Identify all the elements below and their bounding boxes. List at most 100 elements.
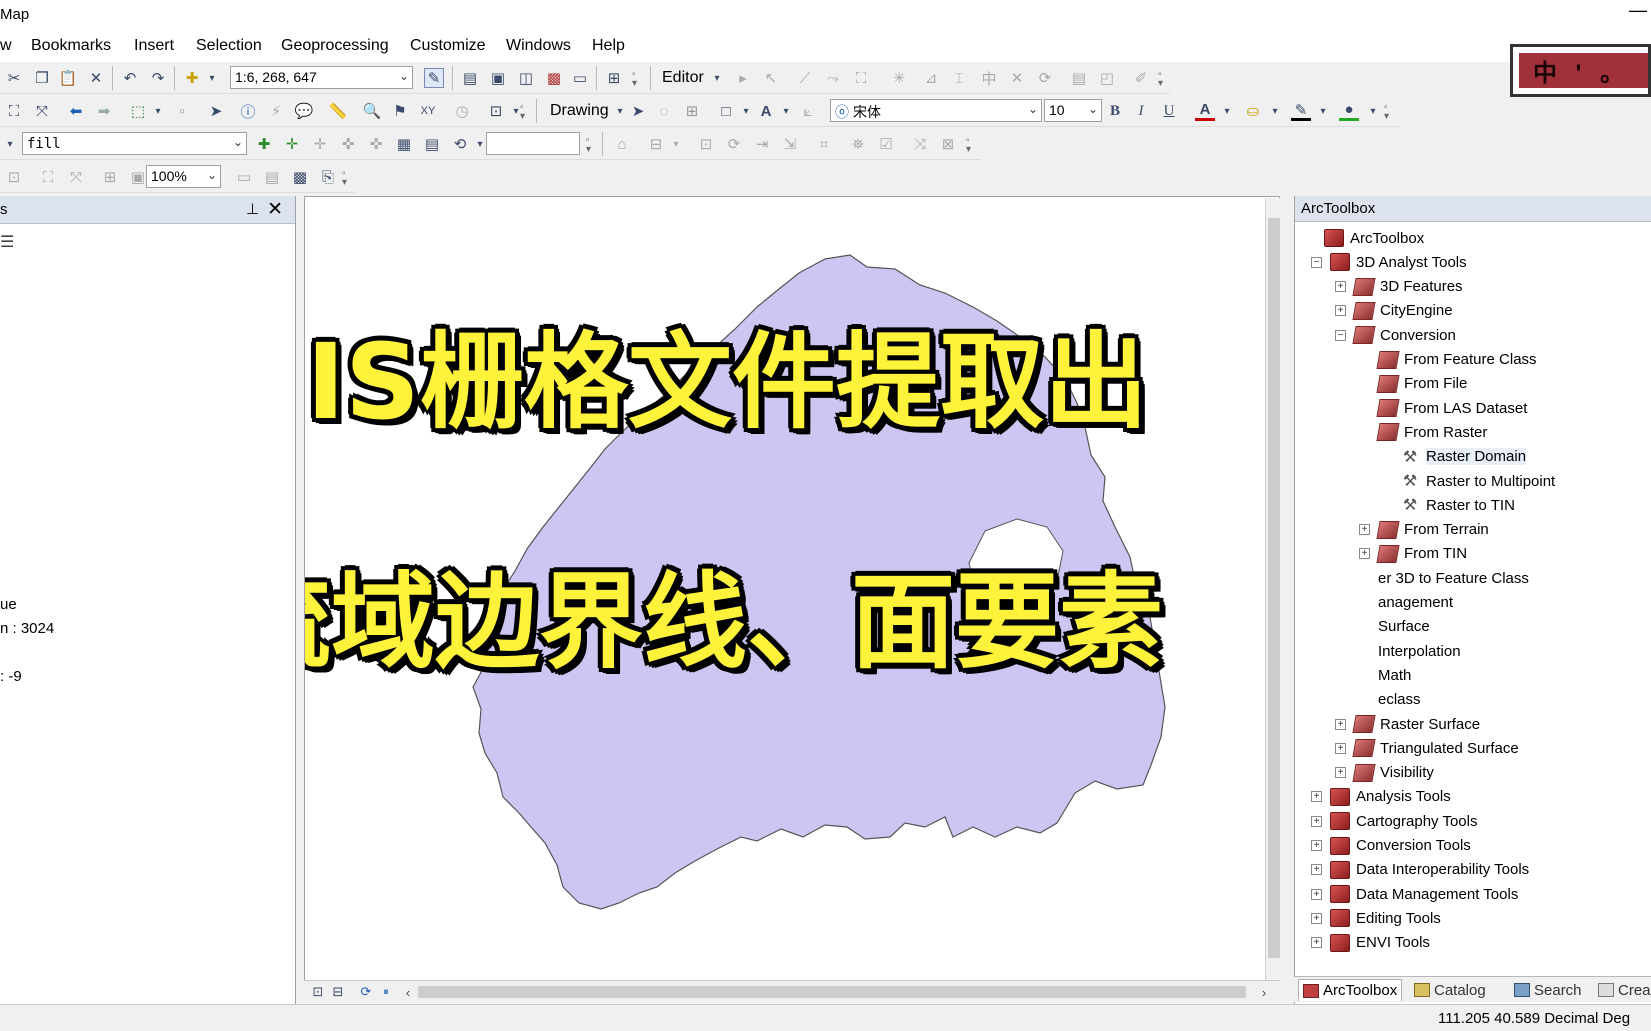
add-point-icon[interactable]: ✚ [254,134,274,154]
refresh-icon[interactable]: ⟲ [450,134,470,154]
expand-icon[interactable]: + [1311,864,1322,876]
toolbox-tree-row[interactable]: From Feature Class [1376,348,1537,372]
toolbox-tree-row[interactable]: +3D Features [1335,275,1463,299]
toolbox-tree-row[interactable]: + ENVI Tools [1311,931,1430,955]
hyperlink-icon[interactable]: ⚡ [266,101,286,121]
pause-drawing-icon[interactable]: ⏸ [376,982,396,1002]
editor-menu[interactable]: Editor [662,69,704,87]
back-icon[interactable]: ⬅ [66,101,86,121]
tab-arctoolbox[interactable]: ArcToolbox [1298,979,1403,1001]
find-route-icon[interactable]: ⚑ [390,101,410,121]
expand-icon[interactable]: + [1335,281,1346,293]
zoom-to-element-icon[interactable]: ⊞ [682,101,702,121]
toolbox-tree-row[interactable]: ⚒ Raster to TIN [1400,493,1515,517]
toolbox-tree-row[interactable]: ⚒ Raster to Multipoint [1400,469,1555,493]
map-vertical-scrollbar[interactable] [1265,198,1282,980]
rotate-element-icon[interactable]: ◌ [654,101,674,121]
expand-icon[interactable]: + [1359,524,1370,536]
marker-color-dropdown-icon[interactable]: ▾ [1363,101,1383,121]
toolbar-grip-icon[interactable]: ▫ ▾ [632,70,640,89]
chevron-down-icon[interactable]: ⌄ [233,135,243,149]
menu-bookmarks[interactable]: Bookmarks [31,37,111,55]
scroll-left-icon[interactable]: ‹ [398,982,418,1002]
copy-icon[interactable]: ❐ [32,68,52,88]
focus-frame-icon[interactable]: ▤ [262,167,282,187]
scrollbar-thumb[interactable] [1268,218,1280,958]
pin-icon[interactable]: ⊥ [246,200,259,218]
underline-button[interactable]: U [1159,101,1179,121]
toggle-draft-icon[interactable]: ▭ [234,167,254,187]
fixed-zoom-out-icon[interactable]: ⤧ [32,101,52,121]
measure-icon[interactable]: 📏 [328,101,348,121]
forward-icon[interactable]: ➡ [94,101,114,121]
toolbar-grip-icon[interactable]: ▫ ▾ [1158,70,1166,89]
toolbox-tree-row[interactable]: + From TIN [1359,542,1467,566]
close-icon[interactable]: ✕ [267,198,283,221]
line-color-dropdown-icon[interactable]: ▾ [1313,101,1333,121]
toolbox-tree-row[interactable]: ArcToolbox [1324,226,1424,250]
menu-selection[interactable]: Selection [196,37,262,55]
toolbox-tree-row[interactable]: Math [1378,663,1411,687]
dropdown-icon[interactable]: ▾ [0,134,20,154]
menu-customize[interactable]: Customize [410,37,486,55]
toolbox-tree-row[interactable]: From Raster [1376,420,1487,444]
toolbox-tree-row[interactable]: er 3D to Feature Class [1378,566,1529,590]
time-slider-icon[interactable]: ◷ [452,101,472,121]
horizontal-scrollbar-thumb[interactable] [418,986,1246,998]
delete-icon[interactable]: ✕ [86,68,106,88]
create-viewer-icon[interactable]: ⊡ [486,101,506,121]
expand-icon[interactable]: + [1311,791,1322,803]
select-elements-icon[interactable]: ➤ [628,101,648,121]
layer-combo[interactable]: fill ⌄ [22,132,247,155]
expand-icon[interactable]: + [1359,548,1370,560]
toolbox-tree-row[interactable]: ⚒ Raster Domain [1400,445,1527,469]
expand-icon[interactable]: + [1311,937,1322,949]
expand-icon[interactable]: + [1311,840,1322,851]
toolbox-tree-row[interactable]: + Raster Surface [1335,712,1480,736]
histogram-icon[interactable]: ▦ [394,134,414,154]
zoom-100-icon[interactable]: ▣ [128,167,148,187]
list-by-order-icon[interactable]: ☰ [0,232,14,252]
rectangle-dropdown-icon[interactable]: ▾ [736,101,756,121]
go-to-xy-icon[interactable]: XY [418,101,438,121]
cut-icon[interactable]: ✂ [4,68,24,88]
toolbar-grip-icon[interactable]: ▫ ▾ [586,136,594,155]
drawing-menu[interactable]: Drawing [550,102,609,120]
toolbox-tree-row[interactable]: + Data Management Tools [1311,882,1518,906]
data-view-icon[interactable]: ⊡ [308,982,328,1002]
text-icon[interactable]: A [756,101,776,121]
refresh-view-icon[interactable]: ⟳ [356,982,376,1002]
font-size-combo[interactable]: 10 ⌄ [1044,99,1102,122]
undo-icon[interactable]: ↶ [120,68,140,88]
select-dropdown-icon[interactable]: ▾ [148,101,168,121]
menu-view[interactable]: w [0,37,12,55]
toolbox-tree-row[interactable]: + Cartography Tools [1311,809,1477,833]
change-layout-icon[interactable]: ▩ [290,167,310,187]
rectangle-icon[interactable]: □ [716,101,736,121]
toolbox-tree-row[interactable]: − Conversion [1335,323,1456,347]
menu-geoprocessing[interactable]: Geoprocessing [281,37,389,55]
identify-icon[interactable]: ⓘ [238,101,258,121]
model-builder-icon[interactable]: ⊞ [604,68,624,88]
tab-create-features[interactable]: Crea [1598,979,1651,1001]
layout-view-icon[interactable]: ⊟ [328,982,348,1002]
scroll-right-icon[interactable]: › [1254,982,1274,1002]
marker-color-icon[interactable]: ● [1339,101,1359,121]
fixed-zoom-in-layout-icon[interactable]: ⛶ [38,167,58,187]
ime-status-bar[interactable]: 中 ' 。 [1510,44,1651,97]
zoom-whole-page-icon[interactable]: ⊞ [100,167,120,187]
arctoolbox-icon[interactable]: ▩ [544,68,564,88]
paste-icon[interactable]: 📋 [58,68,78,88]
editor-dropdown-icon[interactable]: ▾ [707,68,727,88]
toolbox-tree-row[interactable]: Surface [1378,615,1430,639]
italic-button[interactable]: I [1131,101,1151,121]
map-view[interactable]: GIS栅格文件提取出 流域边界线、面要素 [304,196,1280,984]
toolbox-tree-row[interactable]: + CityEngine [1335,299,1453,323]
fixed-zoom-in-icon[interactable]: ⛶ [4,101,24,121]
expand-icon[interactable]: + [1335,718,1346,730]
expand-icon[interactable]: + [1311,912,1322,924]
table-view-icon[interactable]: ▤ [422,134,442,154]
tab-catalog[interactable]: Catalog [1414,979,1486,1001]
add-data-icon[interactable]: ✚ [182,68,202,88]
toolbox-tree-row[interactable]: eclass [1378,688,1421,712]
